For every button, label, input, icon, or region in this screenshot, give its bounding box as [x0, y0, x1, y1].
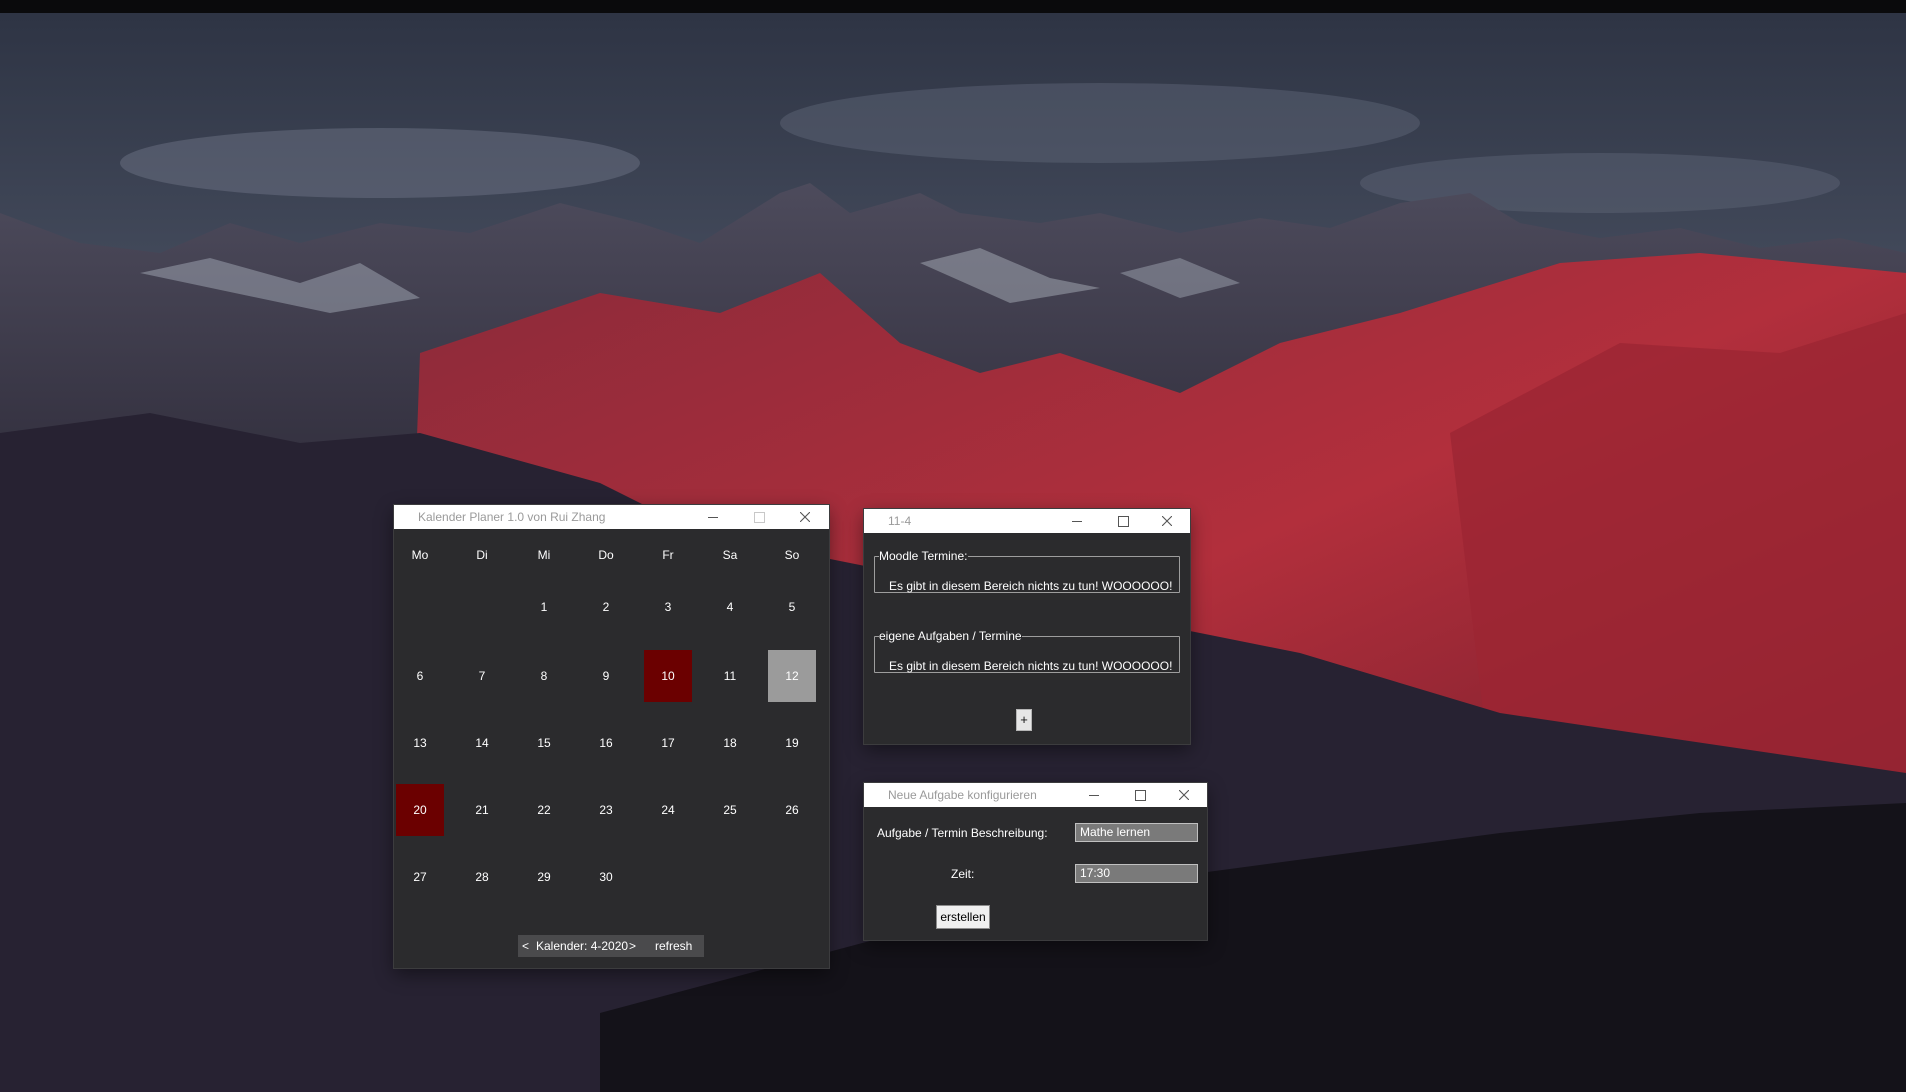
calendar-day[interactable]: 1 [520, 581, 568, 633]
calendar-day[interactable]: 29 [520, 851, 568, 903]
calendar-day[interactable]: 7 [458, 650, 506, 702]
new-task-window-title: Neue Aufgabe konfigurieren [888, 788, 1037, 802]
own-tasks-legend: eigene Aufgaben / Termine [879, 629, 1022, 643]
calendar-day[interactable]: 21 [458, 784, 506, 836]
new-task-titlebar[interactable]: Neue Aufgabe konfigurieren [864, 783, 1207, 807]
calendar-day[interactable]: 28 [458, 851, 506, 903]
calendar-day[interactable]: 24 [644, 784, 692, 836]
create-button[interactable]: erstellen [936, 905, 990, 929]
calendar-day[interactable]: 3 [644, 581, 692, 633]
next-month-button[interactable]: > [629, 935, 636, 957]
day-window: 11-4 Moodle Termine: Es gibt in diesem B… [864, 509, 1190, 744]
description-input[interactable]: Mathe lernen [1075, 823, 1198, 842]
minimize-button[interactable] [1071, 783, 1117, 807]
calendar-day[interactable]: 19 [768, 717, 816, 769]
calendar-day[interactable]: 12 [768, 650, 816, 702]
add-task-button[interactable]: + [1016, 709, 1032, 731]
day-titlebar[interactable]: 11-4 [864, 509, 1190, 533]
calendar-day[interactable]: 16 [582, 717, 630, 769]
close-icon [1162, 516, 1172, 526]
moodle-legend: Moodle Termine: [879, 549, 968, 563]
calendar-day[interactable]: 26 [768, 784, 816, 836]
calendar-day[interactable]: 18 [706, 717, 754, 769]
close-button[interactable] [782, 505, 828, 529]
calendar-navigation: < Kalender: 4-2020 > refresh [518, 935, 704, 957]
weekday-header: So [784, 548, 800, 562]
calendar-titlebar[interactable]: Kalender Planer 1.0 von Rui Zhang [394, 505, 829, 529]
close-icon [1179, 790, 1189, 800]
calendar-day[interactable]: 10 [644, 650, 692, 702]
calendar-day[interactable]: 4 [706, 581, 754, 633]
calendar-month-label: Kalender: 4-2020 [536, 939, 629, 953]
close-button[interactable] [1161, 783, 1207, 807]
minimize-button[interactable] [1054, 509, 1100, 533]
calendar-day[interactable]: 9 [582, 650, 630, 702]
prev-month-button[interactable]: < [522, 935, 529, 957]
calendar-day[interactable]: 25 [706, 784, 754, 836]
calendar-day[interactable]: 13 [396, 717, 444, 769]
refresh-button[interactable]: refresh [655, 935, 692, 957]
time-input[interactable]: 17:30 [1075, 864, 1198, 883]
weekday-header: Di [476, 548, 488, 562]
calendar-day[interactable]: 15 [520, 717, 568, 769]
weekday-header: Fr [662, 548, 674, 562]
close-button[interactable] [1144, 509, 1190, 533]
close-icon [800, 512, 810, 522]
maximize-button[interactable] [1100, 509, 1146, 533]
weekday-header: Mo [411, 548, 429, 562]
calendar-window-title: Kalender Planer 1.0 von Rui Zhang [418, 510, 606, 524]
own-tasks-text: Es gibt in diesem Bereich nichts zu tun!… [889, 659, 1173, 673]
day-window-title: 11-4 [888, 514, 912, 528]
calendar-day[interactable]: 27 [396, 851, 444, 903]
calendar-day[interactable]: 22 [520, 784, 568, 836]
calendar-day[interactable]: 11 [706, 650, 754, 702]
calendar-day[interactable]: 14 [458, 717, 506, 769]
top-bar [0, 0, 1906, 13]
calendar-window: Kalender Planer 1.0 von Rui Zhang Mo Di Mi… [394, 505, 829, 968]
maximize-button[interactable] [736, 505, 782, 529]
calendar-day[interactable]: 17 [644, 717, 692, 769]
minimize-button[interactable] [690, 505, 736, 529]
weekday-header: Mi [537, 548, 551, 562]
calendar-day[interactable]: 23 [582, 784, 630, 836]
description-label: Aufgabe / Termin Beschreibung: [877, 826, 1048, 840]
weekday-header: Sa [722, 548, 738, 562]
new-task-window: Neue Aufgabe konfigurieren Aufgabe / Ter… [864, 783, 1207, 940]
calendar-day[interactable]: 6 [396, 650, 444, 702]
calendar-day[interactable]: 8 [520, 650, 568, 702]
calendar-day[interactable]: 20 [396, 784, 444, 836]
time-label: Zeit: [951, 867, 975, 881]
calendar-day[interactable]: 5 [768, 581, 816, 633]
calendar-day[interactable]: 30 [582, 851, 630, 903]
weekday-header: Do [598, 548, 614, 562]
maximize-button[interactable] [1117, 783, 1163, 807]
moodle-text: Es gibt in diesem Bereich nichts zu tun!… [889, 579, 1173, 593]
calendar-day[interactable]: 2 [582, 581, 630, 633]
